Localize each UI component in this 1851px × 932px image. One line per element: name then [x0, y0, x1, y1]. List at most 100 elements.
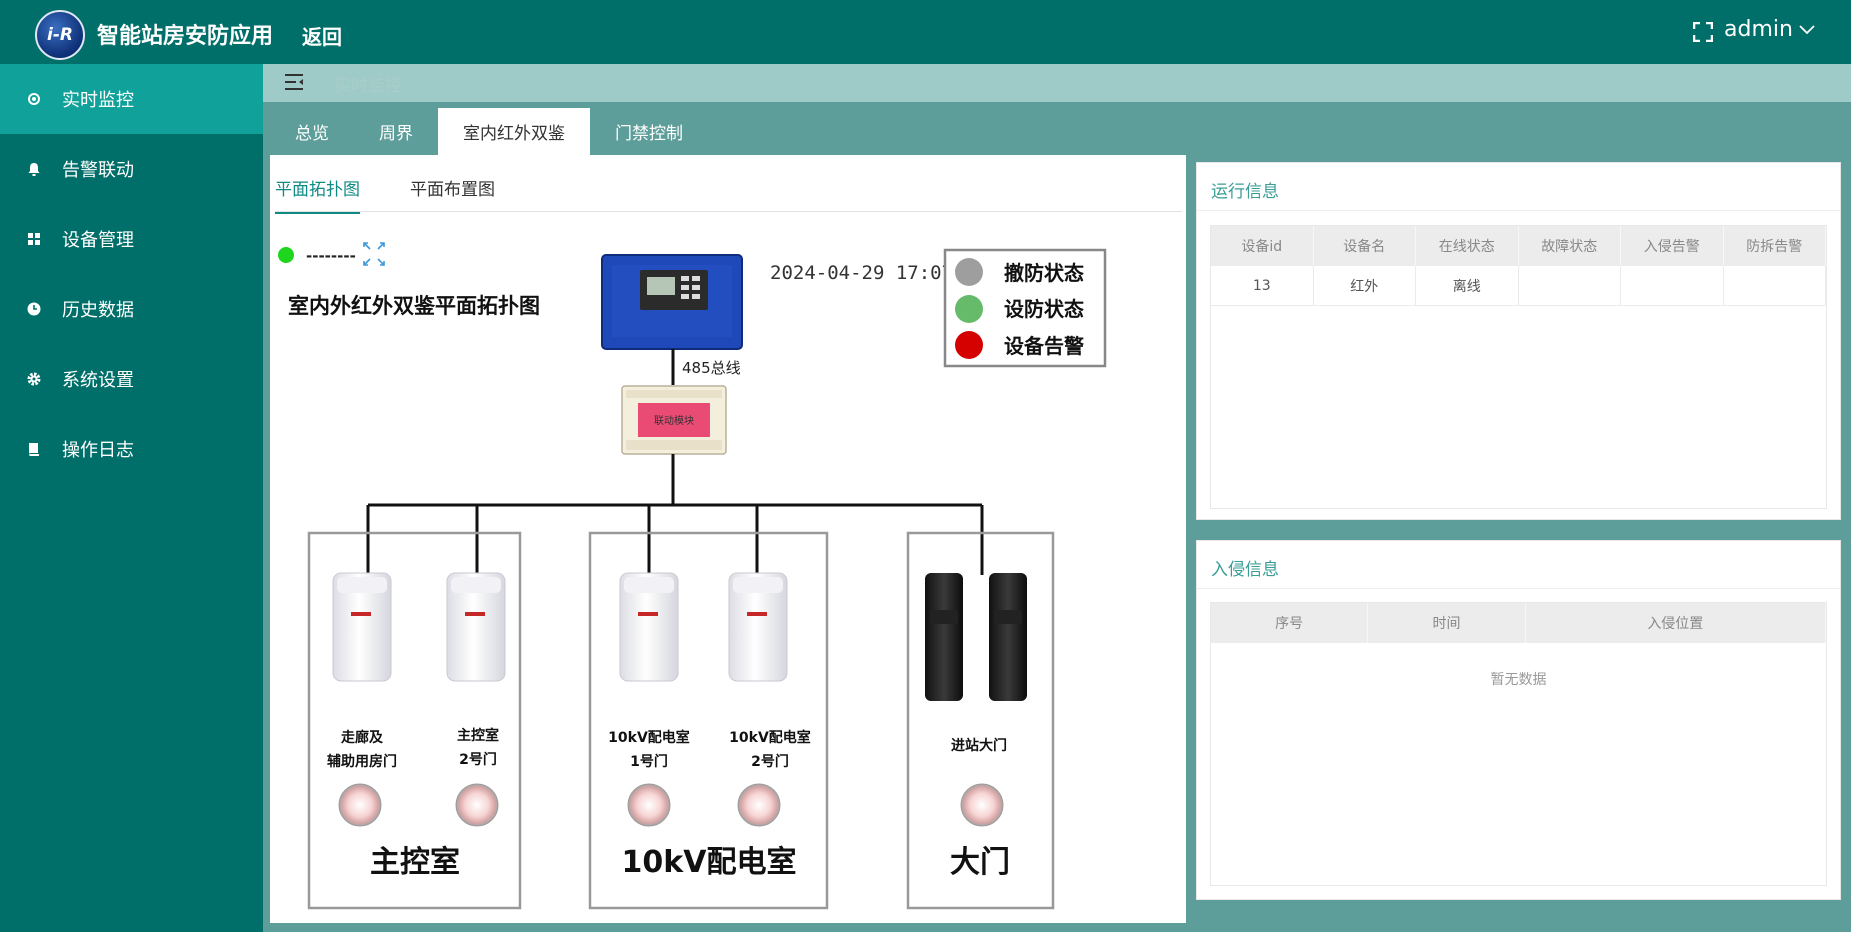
device-label: 辅助用房门	[327, 753, 397, 770]
tab-access-control[interactable]: 门禁控制	[590, 108, 708, 155]
sidebar-item-operation-log[interactable]: 操作日志	[0, 414, 263, 484]
cell-intrusion-alarm	[1621, 266, 1724, 305]
run-info-table: 设备id 设备名 在线状态 故障状态 入侵告警 防拆告警 13 红外 离线	[1210, 225, 1827, 509]
column-header[interactable]: 序号	[1211, 603, 1369, 643]
group-name: 大门	[950, 845, 1010, 880]
pir-sensor[interactable]	[446, 572, 506, 682]
empty-state-text: 暂无数据	[1490, 672, 1547, 688]
tab-overview[interactable]: 总览	[270, 108, 354, 155]
subtab-layout[interactable]: 平面布置图	[410, 175, 495, 214]
subtab-divider	[275, 211, 1182, 212]
monitor-icon	[28, 93, 40, 105]
topology-svg: -------- 室内外红外双鉴平面拓扑图 2024-04-29 17:07:0…	[278, 242, 1107, 910]
legend-alarm-dot	[955, 331, 983, 359]
sidebar-item-label: 实时监控	[62, 90, 134, 111]
tab-indoor-infrared[interactable]: 室内红外双鉴	[438, 108, 590, 155]
bus-label: 485总线	[682, 359, 741, 377]
cell-tamper-alarm	[1724, 266, 1826, 305]
column-header[interactable]: 入侵告警	[1621, 226, 1724, 266]
column-header[interactable]: 时间	[1368, 603, 1526, 643]
logo-text: i-R	[47, 25, 73, 45]
sidebar-item-device-management[interactable]: 设备管理	[0, 204, 263, 274]
sidebar-item-label: 设备管理	[62, 230, 134, 251]
subtab-topology[interactable]: 平面拓扑图	[275, 175, 360, 214]
status-legend: 撤防状态 设防状态 设备告警	[943, 248, 1107, 368]
pir-sensor[interactable]	[332, 572, 392, 682]
device-label: 进站大门	[951, 737, 1007, 754]
breadcrumb-current: 实时监控	[334, 76, 402, 96]
status-lamp[interactable]	[627, 783, 671, 827]
status-lamp[interactable]	[737, 783, 781, 827]
sidebar-item-history-data[interactable]: 历史数据	[0, 274, 263, 344]
column-header[interactable]: 设备名	[1314, 226, 1416, 266]
run-info-panel: 运行信息 设备id 设备名 在线状态 故障状态 入侵告警 防拆告警 13 红外 …	[1196, 162, 1841, 520]
book-icon	[29, 443, 39, 456]
sidebar-item-label: 历史数据	[62, 300, 134, 321]
panel-divider	[1197, 588, 1840, 589]
sidebar-item-label: 告警联动	[62, 160, 134, 181]
pir-sensor[interactable]	[728, 572, 788, 682]
tab-perimeter[interactable]: 周界	[354, 108, 438, 155]
legend-label: 设防状态	[1004, 297, 1084, 321]
column-header[interactable]: 入侵位置	[1526, 603, 1826, 643]
alarm-controller	[601, 254, 743, 350]
column-header[interactable]: 防拆告警	[1724, 226, 1826, 266]
beam-detector[interactable]	[925, 573, 1027, 701]
intrusion-info-panel: 入侵信息 序号 时间 入侵位置 暂无数据	[1196, 540, 1841, 900]
device-label: 10kV配电室	[608, 729, 690, 746]
column-header[interactable]: 故障状态	[1519, 226, 1621, 266]
sidebar-item-realtime-monitor[interactable]: 实时监控	[0, 64, 263, 134]
module-label: 联动模块	[654, 415, 694, 427]
sidebar-item-alarm-linkage[interactable]: 告警联动	[0, 134, 263, 204]
chevron-down-icon[interactable]	[1798, 22, 1816, 36]
bottom-strip	[263, 924, 1851, 932]
app-title: 智能站房安防应用	[97, 24, 274, 49]
online-status-dot	[278, 247, 294, 263]
clock-icon	[27, 302, 41, 316]
sidebar-item-label: 操作日志	[62, 440, 134, 461]
user-menu[interactable]: admin	[1724, 17, 1793, 42]
breadcrumb	[263, 64, 1851, 102]
legend-label: 撤防状态	[1004, 261, 1084, 285]
table-header: 设备id 设备名 在线状态 故障状态 入侵告警 防拆告警	[1211, 226, 1826, 266]
device-label: 2号门	[459, 751, 497, 768]
table-row[interactable]: 13 红外 离线	[1211, 266, 1826, 306]
linkage-module: 联动模块	[621, 385, 727, 455]
table-header: 序号 时间 入侵位置	[1211, 603, 1826, 643]
grid-icon	[28, 233, 40, 245]
status-lamp[interactable]	[960, 783, 1004, 827]
bell-icon	[28, 163, 40, 176]
expand-icon[interactable]	[363, 242, 385, 266]
device-label: 1号门	[630, 753, 668, 770]
top-header: i-R 智能站房安防应用 返回 admin	[0, 0, 1851, 64]
group-name: 主控室	[370, 845, 460, 880]
cell-device-id: 13	[1211, 266, 1314, 305]
cell-device-name: 红外	[1314, 266, 1416, 305]
sidebar-item-system-settings[interactable]: 系统设置	[0, 344, 263, 414]
legend-label: 设备告警	[1004, 334, 1084, 358]
back-button[interactable]: 返回	[302, 21, 342, 50]
subtab-bar: 平面拓扑图 平面布置图	[275, 175, 545, 214]
tab-bar: 总览 周界 室内红外双鉴 门禁控制	[270, 108, 708, 155]
pir-sensor[interactable]	[619, 572, 679, 682]
column-header[interactable]: 在线状态	[1416, 226, 1519, 266]
legend-armed-dot	[955, 295, 983, 323]
intrusion-info-title: 入侵信息	[1211, 560, 1279, 580]
cell-online-status: 离线	[1416, 266, 1519, 305]
status-lamp[interactable]	[455, 783, 499, 827]
status-lamp[interactable]	[338, 783, 382, 827]
legend-disarmed-dot	[955, 258, 983, 286]
panel-divider	[1197, 210, 1840, 211]
fullscreen-icon[interactable]	[1693, 22, 1713, 42]
cell-fault-status	[1519, 266, 1621, 305]
status-dashes: --------	[306, 247, 356, 265]
device-label: 10kV配电室	[729, 729, 811, 746]
column-header[interactable]: 设备id	[1211, 226, 1314, 266]
topology-diagram: -------- 室内外红外双鉴平面拓扑图 2024-04-29 17:07:0…	[270, 240, 1182, 923]
sidebar: 实时监控 告警联动 设备管理 历史数据 系统设置 操作日志	[0, 64, 263, 932]
device-label: 主控室	[457, 727, 499, 744]
group-name: 10kV配电室	[622, 845, 797, 880]
menu-toggle-icon[interactable]	[283, 71, 305, 93]
run-info-title: 运行信息	[1211, 182, 1279, 202]
device-label: 走廊及	[341, 729, 384, 746]
